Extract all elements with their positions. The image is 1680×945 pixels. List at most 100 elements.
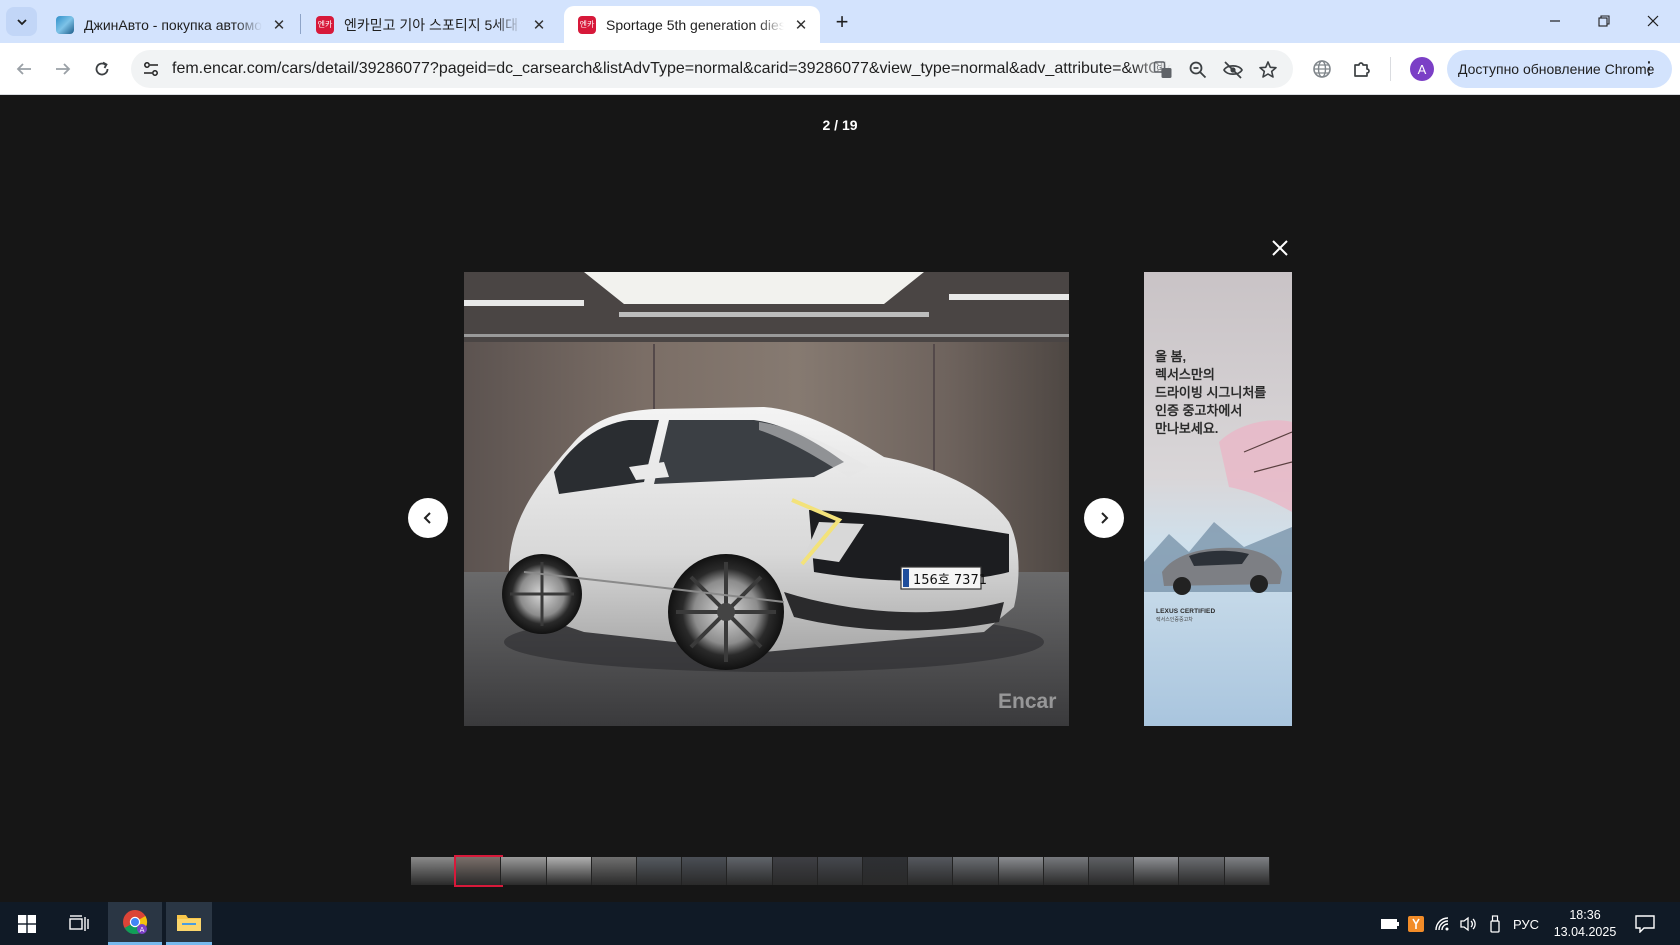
window-close-button[interactable] — [1630, 6, 1676, 36]
svg-text:G: G — [1157, 64, 1162, 72]
photo-viewer: 2 / 19 156호 7371 Encar 올 봄, 렉서스만의 드라이빙 시… — [0, 96, 1680, 902]
tab-sportage[interactable]: 엔카 Sportage 5th generation diesel ✕ — [564, 6, 820, 43]
chevron-right-icon — [1101, 512, 1109, 524]
extensions-puzzle-icon[interactable] — [1349, 56, 1375, 82]
ad-headline: 올 봄, 렉서스만의 드라이빙 시그니처를 인증 중고차에서 만나보세요. — [1155, 349, 1267, 436]
chrome-icon: A — [123, 910, 148, 935]
windows-taskbar: A РУС 18:36 13.04.2025 — [0, 902, 1680, 945]
restore-icon — [1598, 15, 1610, 27]
photo-thumbnail[interactable] — [953, 857, 999, 885]
car-photo: 156호 7371 Encar — [464, 272, 1069, 726]
photo-thumbnail[interactable] — [1179, 857, 1225, 885]
task-view-icon — [69, 914, 89, 931]
globe-extension-icon[interactable] — [1309, 56, 1335, 82]
photo-thumbnail[interactable] — [908, 857, 954, 885]
close-icon[interactable]: ✕ — [530, 16, 548, 34]
browser-toolbar: fem.encar.com/cars/detail/39286077?pagei… — [0, 43, 1680, 95]
taskbar-file-explorer[interactable] — [166, 902, 212, 945]
close-icon — [1272, 240, 1288, 256]
eye-off-icon[interactable] — [1222, 59, 1244, 81]
minimize-icon — [1550, 20, 1560, 22]
photo-thumbnail[interactable] — [817, 857, 864, 885]
tab-encar-korean[interactable]: 엔카 엔카믿고 기아 스포티지 5세대 ✕ — [302, 6, 558, 43]
toolbar-divider — [1390, 57, 1391, 81]
chevron-down-icon — [16, 18, 27, 25]
plus-icon: + — [835, 9, 849, 34]
photo-thumbnail[interactable] — [1043, 857, 1090, 885]
encar-favicon-icon: 엔카 — [578, 15, 596, 34]
photo-thumbnail[interactable] — [1224, 857, 1270, 885]
photo-thumbnail[interactable] — [454, 855, 504, 887]
photo-thumbnail[interactable] — [591, 857, 638, 885]
photo-counter: 2 / 19 — [822, 117, 858, 133]
translate-icon[interactable]: G — [1152, 59, 1174, 81]
ad-brand: LEXUS CERTIFIED — [1156, 608, 1216, 615]
tab-search-button[interactable] — [6, 7, 37, 36]
tab-title: Sportage 5th generation diesel — [606, 16, 784, 33]
tab-title: ДжинАвто - покупка автомобиля — [84, 16, 262, 33]
system-clock[interactable]: 18:36 13.04.2025 — [1540, 907, 1630, 941]
close-icon[interactable]: ✕ — [270, 16, 288, 34]
address-bar[interactable]: fem.encar.com/cars/detail/39286077?pagei… — [131, 50, 1293, 88]
reload-button[interactable] — [88, 55, 116, 83]
photo-thumbnail[interactable] — [727, 857, 773, 885]
arrow-left-icon — [16, 63, 31, 75]
lexus-advertisement[interactable]: 올 봄, 렉서스만의 드라이빙 시그니처를 인증 중고차에서 만나보세요. LE… — [1144, 272, 1292, 726]
tab-separator — [300, 14, 301, 34]
zoom-icon[interactable] — [1187, 59, 1209, 81]
back-button[interactable] — [10, 55, 38, 83]
taskbar-chrome[interactable]: A — [108, 902, 162, 945]
photo-thumbnail[interactable] — [411, 857, 457, 885]
start-button[interactable] — [4, 902, 50, 945]
photo-thumbnail[interactable] — [1134, 857, 1180, 885]
jinauto-favicon-icon — [56, 15, 74, 34]
usb-tray-icon[interactable] — [1484, 914, 1506, 934]
clock-time: 18:36 — [1569, 908, 1601, 922]
close-icon[interactable]: ✕ — [792, 16, 810, 34]
photo-thumbnail[interactable] — [637, 857, 683, 885]
photo-thumbnail[interactable] — [546, 857, 592, 885]
url-text[interactable]: fem.encar.com/cars/detail/39286077?pagei… — [172, 60, 1172, 78]
new-tab-button[interactable]: + — [829, 9, 855, 35]
reload-icon — [95, 61, 109, 76]
tab-strip: ДжинАвто - покупка автомобиля ✕ 엔카 엔카믿고 … — [0, 0, 1680, 43]
photo-thumbnail[interactable] — [772, 857, 818, 885]
clock-date: 13.04.2025 — [1553, 925, 1617, 939]
network-tray-icon[interactable] — [1432, 914, 1454, 934]
close-icon — [1647, 15, 1659, 27]
photo-thumbnail[interactable] — [998, 857, 1044, 885]
encar-watermark: Encar — [998, 690, 1056, 713]
chrome-update-button[interactable]: Доступно обновление Chrome ⋮ — [1447, 50, 1672, 88]
folder-icon — [177, 915, 201, 931]
license-plate: 156호 7371 — [913, 573, 987, 588]
photo-thumbnail[interactable] — [863, 857, 909, 885]
kebab-menu-icon[interactable]: ⋮ — [1640, 58, 1658, 78]
viewer-close-button[interactable] — [1266, 234, 1294, 262]
minimize-button[interactable] — [1532, 6, 1578, 36]
thumbnail-strip — [411, 855, 1270, 887]
restore-button[interactable] — [1581, 6, 1627, 36]
battery-tray-icon[interactable] — [1379, 914, 1401, 934]
arrow-right-icon — [56, 63, 71, 75]
app-tray-icon[interactable] — [1405, 914, 1427, 934]
next-photo-button[interactable] — [1084, 498, 1124, 538]
tab-title: 엔카믿고 기아 스포티지 5세대 — [344, 16, 519, 33]
photo-thumbnail[interactable] — [682, 857, 728, 885]
update-label: Доступно обновление Chrome — [1458, 61, 1655, 77]
ad-brand-sub: 렉서스인증중고차 — [1156, 617, 1193, 623]
tab-jinauto[interactable]: ДжинАвто - покупка автомобиля ✕ — [42, 6, 298, 43]
task-view-button[interactable] — [56, 902, 102, 945]
forward-button[interactable] — [49, 55, 77, 83]
photo-thumbnail[interactable] — [501, 857, 547, 885]
previous-photo-button[interactable] — [408, 498, 448, 538]
notifications-button[interactable] — [1632, 914, 1658, 934]
language-indicator[interactable]: РУС — [1508, 914, 1544, 934]
site-info-icon[interactable] — [141, 59, 161, 79]
svg-text:A: A — [140, 926, 145, 934]
volume-tray-icon[interactable] — [1457, 914, 1479, 934]
windows-logo-icon — [18, 914, 36, 933]
encar-favicon-icon: 엔카 — [316, 15, 334, 34]
bookmark-star-icon[interactable] — [1257, 59, 1279, 81]
photo-thumbnail[interactable] — [1089, 857, 1135, 885]
profile-avatar[interactable]: A — [1410, 57, 1434, 81]
